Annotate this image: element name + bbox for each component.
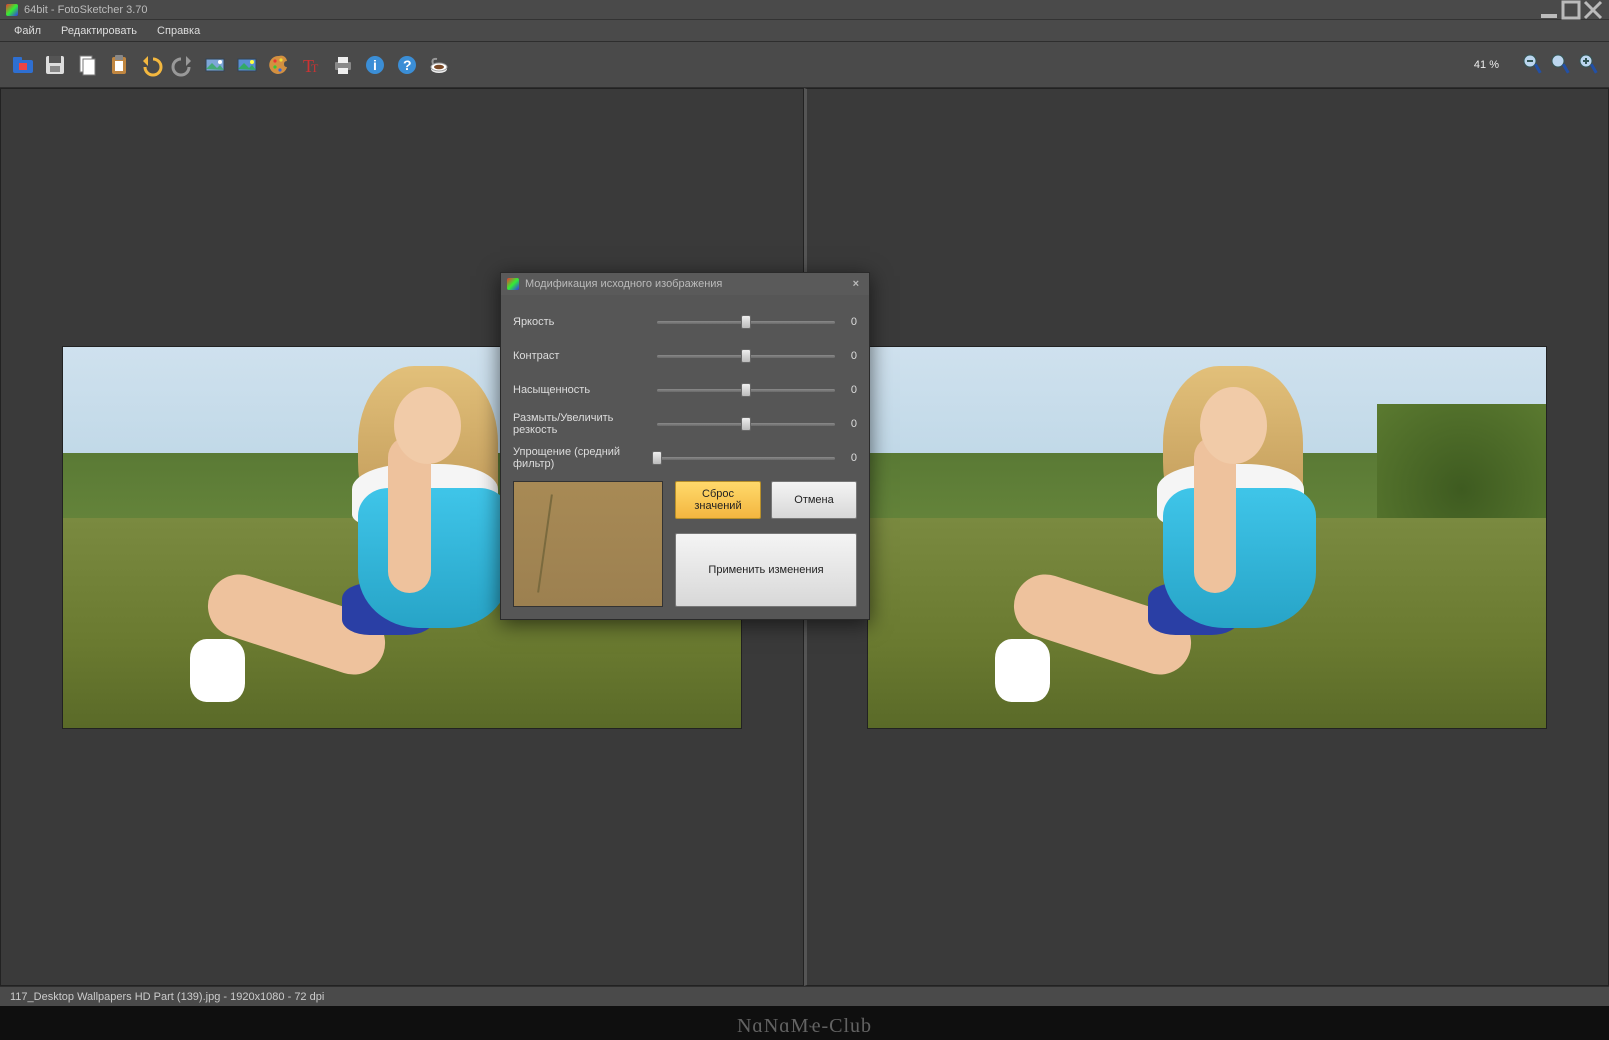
maximize-button[interactable] [1561, 3, 1581, 17]
simplify-value: 0 [845, 452, 857, 464]
status-bar: 117_Desktop Wallpapers HD Part (139).jpg… [0, 986, 1609, 1006]
dialog-title: Модификация исходного изображения [525, 278, 849, 290]
result-image [867, 346, 1547, 729]
svg-text:T: T [311, 61, 319, 75]
title-bar: 64bit - FotoSketcher 3.70 [0, 0, 1609, 20]
blur-slider[interactable] [657, 417, 835, 431]
saturation-slider[interactable] [657, 383, 835, 397]
info-button[interactable]: i [360, 50, 390, 80]
apply-button[interactable]: Применить изменения [675, 533, 857, 607]
blur-label: Размыть/Увеличить резкость [513, 412, 657, 436]
palette-button[interactable] [264, 50, 294, 80]
brightness-slider[interactable] [657, 315, 835, 329]
brightness-label: Яркость [513, 316, 657, 328]
zoom-in-button[interactable] [1575, 50, 1601, 80]
contrast-row: Контраст 0 [513, 339, 857, 373]
zoom-fit-button[interactable] [1547, 50, 1573, 80]
workspace: Модификация исходного изображения × Ярко… [0, 88, 1609, 986]
source-modification-dialog: Модификация исходного изображения × Ярко… [500, 272, 870, 620]
source-adjust-button[interactable] [200, 50, 230, 80]
preview-thumbnail [513, 481, 663, 607]
menu-help[interactable]: Справка [147, 22, 210, 40]
contrast-slider[interactable] [657, 349, 835, 363]
simplify-slider[interactable] [657, 451, 835, 465]
close-button[interactable] [1583, 3, 1603, 17]
toolbar: TT i ? 41 % [0, 42, 1609, 88]
saturation-label: Насыщенность [513, 384, 657, 396]
dialog-title-bar[interactable]: Модификация исходного изображения × [501, 273, 869, 295]
watermark: NɑNɑMҽ-Club [0, 1015, 1609, 1038]
zoom-out-button[interactable] [1519, 50, 1545, 80]
simplify-row: Упрощение (средний фильтр) 0 [513, 441, 857, 475]
paste-button[interactable] [104, 50, 134, 80]
zoom-label: 41 % [1474, 59, 1499, 71]
copy-button[interactable] [72, 50, 102, 80]
dialog-close-button[interactable]: × [849, 278, 863, 290]
app-icon [6, 4, 18, 16]
window-title: 64bit - FotoSketcher 3.70 [24, 4, 1537, 16]
print-button[interactable] [328, 50, 358, 80]
undo-button[interactable] [136, 50, 166, 80]
svg-text:i: i [373, 57, 377, 73]
donate-button[interactable] [424, 50, 454, 80]
dialog-icon [507, 278, 519, 290]
contrast-label: Контраст [513, 350, 657, 362]
simplify-label: Упрощение (средний фильтр) [513, 446, 657, 470]
menu-file[interactable]: Файл [4, 22, 51, 40]
open-button[interactable] [8, 50, 38, 80]
help-button[interactable]: ? [392, 50, 422, 80]
status-text: 117_Desktop Wallpapers HD Part (139).jpg… [10, 991, 324, 1003]
minimize-button[interactable] [1539, 3, 1559, 17]
menu-edit[interactable]: Редактировать [51, 22, 147, 40]
saturation-row: Насыщенность 0 [513, 373, 857, 407]
blur-value: 0 [845, 418, 857, 430]
result-pane[interactable] [804, 88, 1609, 986]
menu-bar: Файл Редактировать Справка [0, 20, 1609, 42]
svg-text:?: ? [403, 57, 412, 73]
redo-button[interactable] [168, 50, 198, 80]
contrast-value: 0 [845, 350, 857, 362]
cancel-button[interactable]: Отмена [771, 481, 857, 519]
brightness-value: 0 [845, 316, 857, 328]
blur-row: Размыть/Увеличить резкость 0 [513, 407, 857, 441]
reset-button[interactable]: Сброс значений [675, 481, 761, 519]
text-button[interactable]: TT [296, 50, 326, 80]
brightness-row: Яркость 0 [513, 305, 857, 339]
saturation-value: 0 [845, 384, 857, 396]
effect-button[interactable] [232, 50, 262, 80]
save-button[interactable] [40, 50, 70, 80]
